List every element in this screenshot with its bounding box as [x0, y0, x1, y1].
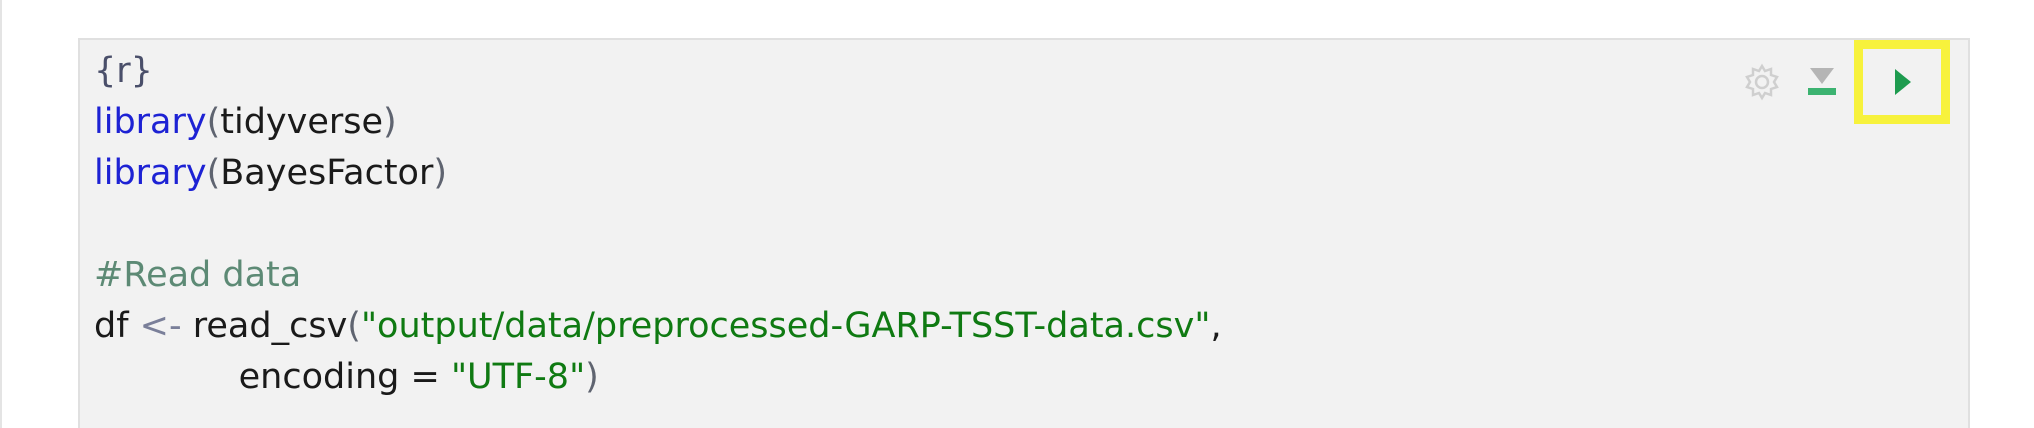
play-icon [1887, 65, 1917, 99]
gear-icon [1742, 62, 1782, 102]
run-above-button[interactable] [1792, 52, 1852, 112]
code-block[interactable]: {r} library(tidyverse) library(BayesFactor… [94, 46, 1222, 403]
chunk-settings-button[interactable] [1732, 52, 1792, 112]
code-line-comment: #Read data [94, 255, 302, 295]
code-line-library-2: library(BayesFactor) [94, 153, 447, 193]
chunk-toolbar [1732, 40, 1950, 124]
run-above-icon [1802, 62, 1842, 102]
run-chunk-button[interactable] [1854, 40, 1950, 124]
chunk-header: {r} [94, 51, 153, 91]
code-line-library-1: library(tidyverse) [94, 102, 397, 142]
code-line-encoding: encoding = "UTF-8") [238, 357, 599, 397]
editor-pane: {r} library(tidyverse) library(BayesFactor… [0, 0, 2034, 428]
code-chunk[interactable]: {r} library(tidyverse) library(BayesFactor… [78, 38, 1970, 428]
code-line-read-csv: df <- read_csv("output/data/preprocessed… [94, 306, 1222, 346]
